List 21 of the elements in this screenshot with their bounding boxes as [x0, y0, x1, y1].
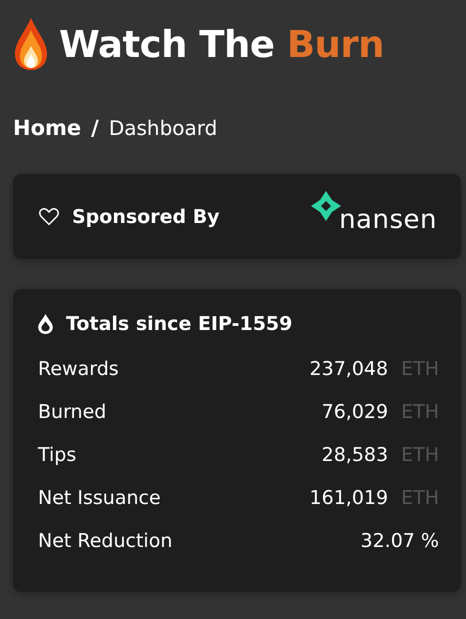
drop-icon	[38, 314, 53, 334]
stat-value: 161,019	[310, 487, 388, 509]
heart-icon	[39, 208, 59, 226]
breadcrumb-link[interactable]: Home	[13, 116, 82, 140]
breadcrumb-separator: /	[91, 116, 99, 140]
sponsor-logo-text[interactable]: nansen	[339, 204, 437, 234]
stat-label: Burned	[38, 401, 106, 423]
stat-value: 237,048	[310, 358, 388, 380]
stat-label: Net Issuance	[38, 487, 161, 509]
flame-icon	[15, 18, 47, 70]
stat-value: 28,583	[322, 444, 388, 466]
page-title: Watch The Burn	[59, 22, 384, 66]
stat-label: Tips	[38, 444, 76, 466]
stat-label: Net Reduction	[38, 530, 172, 552]
stat-value: 76,029	[322, 401, 388, 423]
breadcrumb-current: Dashboard	[108, 116, 218, 140]
card-title: Totals since EIP-1559	[66, 313, 292, 335]
stat-value: 32.07 %	[360, 530, 439, 552]
card-title: Sponsored By	[72, 206, 220, 228]
stat-label: Rewards	[38, 358, 119, 380]
star-icon	[311, 190, 342, 220]
